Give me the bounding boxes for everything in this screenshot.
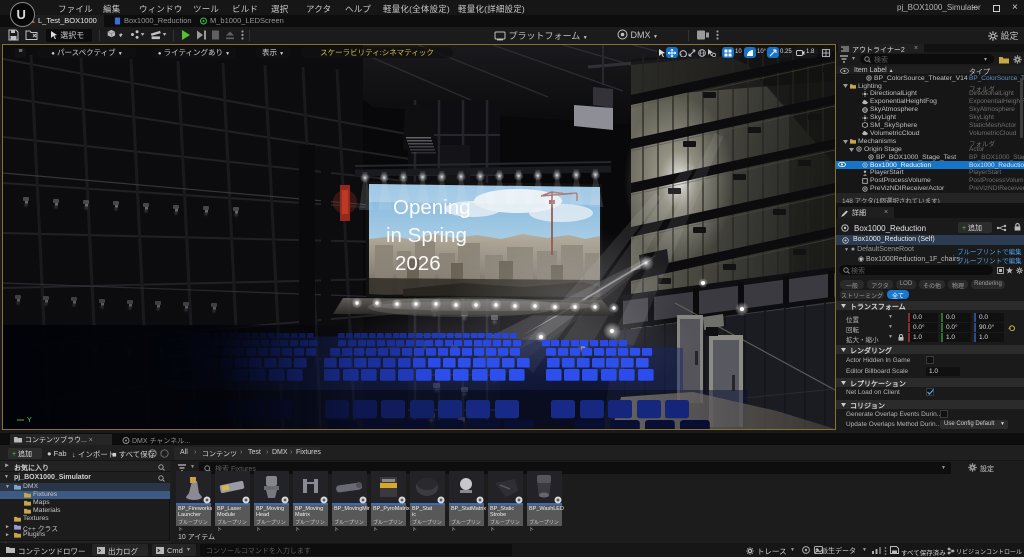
svg-text:Y: Y: [27, 417, 32, 424]
svg-text:2026: 2026: [395, 252, 441, 275]
svg-text:in Spring: in Spring: [386, 224, 467, 247]
